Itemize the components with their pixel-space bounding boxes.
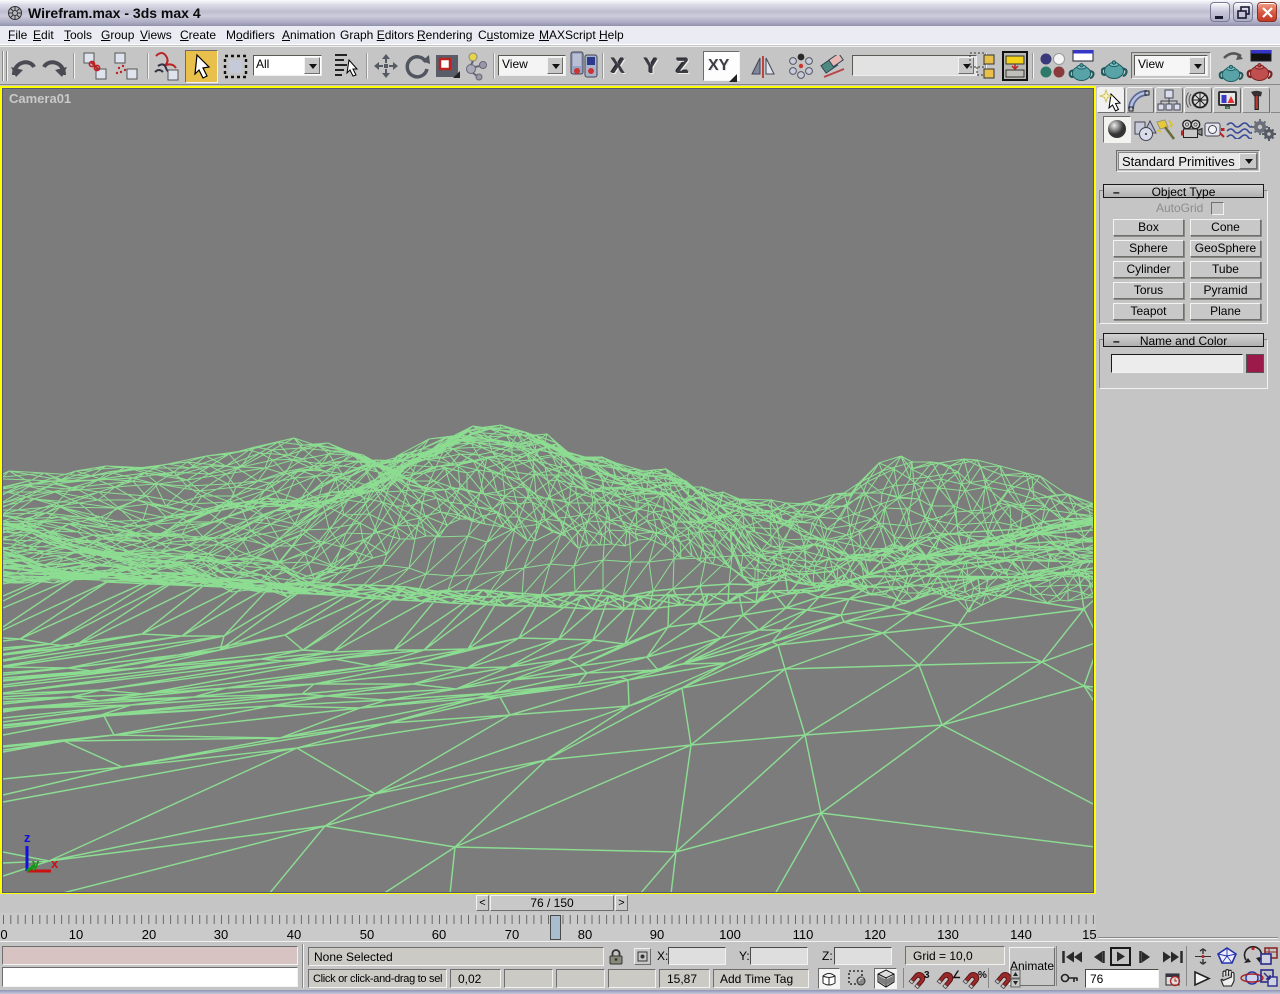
svg-text:z: z [24, 830, 31, 845]
svg-text:y: y [32, 856, 40, 871]
svg-text:%: % [978, 970, 987, 981]
svg-text:∠: ∠ [952, 970, 961, 981]
svg-text:x: x [51, 856, 59, 871]
svg-text:3: 3 [924, 970, 930, 981]
